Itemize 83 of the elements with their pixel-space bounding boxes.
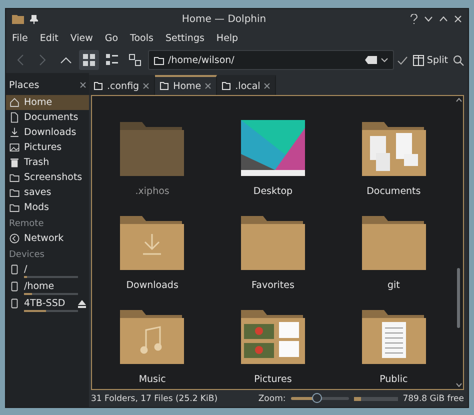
tab[interactable]: .local [217, 75, 276, 95]
place-item[interactable]: 4TB-SSD [6, 296, 89, 313]
folder-icon [12, 14, 24, 24]
checkmark-icon[interactable] [396, 56, 408, 64]
back-icon [16, 54, 24, 66]
location-field[interactable]: /home/wilson/ [148, 50, 394, 70]
file-name[interactable]: Documents [366, 186, 421, 197]
menu-item[interactable]: Settings [165, 32, 204, 44]
maximize-icon[interactable] [439, 16, 448, 22]
icons-view-button[interactable] [79, 50, 99, 70]
place-item[interactable]: Documents [6, 110, 89, 125]
drive-icon [9, 264, 20, 275]
file-name[interactable]: Music [138, 374, 166, 385]
list-icon [106, 54, 118, 66]
close-icon[interactable] [80, 82, 86, 88]
folder-icon [222, 82, 232, 90]
file-name[interactable]: Favorites [252, 280, 294, 291]
place-item[interactable]: Network [6, 231, 89, 246]
trash-icon [9, 157, 20, 168]
scroll-down-icon[interactable] [456, 383, 462, 387]
file-name[interactable]: Downloads [126, 280, 178, 291]
place-item[interactable]: saves [6, 185, 89, 200]
squares-icon [129, 54, 141, 66]
zoom-label: Zoom: [258, 394, 286, 404]
tab[interactable]: Home [155, 75, 218, 95]
caret-icon[interactable] [380, 58, 388, 62]
file-name[interactable]: Public [380, 374, 408, 385]
folder-icon [9, 172, 20, 183]
folder-icon [9, 187, 20, 198]
place-item[interactable]: Mods [6, 200, 89, 215]
file-name[interactable]: Pictures [254, 374, 292, 385]
folder-icon [160, 82, 170, 90]
free-space-text: 789.8 GiB free [402, 394, 464, 404]
section-heading: Devices [8, 249, 46, 262]
drive-icon [9, 298, 20, 309]
close-icon[interactable] [143, 83, 150, 89]
close-icon[interactable] [264, 83, 270, 89]
file-name[interactable]: Desktop [253, 186, 293, 197]
menu-item[interactable]: View [70, 32, 93, 44]
panel-title: Places [9, 80, 40, 90]
search-icon[interactable] [453, 54, 464, 66]
file-name[interactable]: git [387, 280, 400, 291]
menu-item[interactable]: File [12, 32, 28, 44]
menu-item[interactable]: Tools [130, 32, 154, 44]
menu-item[interactable]: Edit [40, 32, 58, 44]
status-text: 31 Folders, 17 Files (25.2 KiB) [91, 394, 218, 404]
eject-icon[interactable] [78, 300, 86, 308]
help-icon[interactable] [410, 14, 418, 24]
clear-icon[interactable] [364, 56, 377, 64]
section-heading: Remote [8, 218, 45, 231]
home-icon [9, 97, 20, 108]
scrollbar[interactable] [454, 96, 463, 389]
place-item[interactable]: / [6, 262, 89, 279]
free-space-bar [354, 396, 398, 400]
place-item[interactable]: /home [6, 279, 89, 296]
place-item[interactable]: Pictures [6, 140, 89, 155]
folder-icon [94, 82, 103, 90]
close-icon[interactable] [454, 15, 462, 23]
close-icon[interactable] [205, 83, 212, 89]
split-icon [412, 54, 424, 66]
menu-item[interactable]: Help [216, 32, 238, 44]
file-name[interactable]: .xiphos [135, 186, 170, 197]
forward-icon [39, 54, 47, 66]
drive-icon [9, 281, 20, 292]
tab[interactable]: .config [89, 75, 156, 95]
document-icon [9, 112, 20, 123]
folder-icon [154, 56, 164, 64]
download-icon [9, 127, 20, 138]
split-button[interactable]: Split [410, 54, 450, 66]
place-item[interactable]: Home [6, 95, 89, 110]
picture-icon [9, 142, 20, 153]
grid-icon [83, 54, 95, 66]
pin-icon[interactable] [30, 14, 38, 24]
place-item[interactable]: Screenshots [6, 170, 89, 185]
place-item[interactable]: Trash [6, 155, 89, 170]
menu-item[interactable]: Go [104, 32, 118, 44]
network-icon [9, 233, 20, 244]
minimize-icon[interactable] [424, 16, 433, 22]
folder-icon [9, 202, 20, 213]
place-item[interactable]: Downloads [6, 125, 89, 140]
scroll-up-icon[interactable] [456, 98, 462, 102]
wallpaper-thumbnail [238, 118, 307, 178]
window-title: Home — Dolphin [180, 14, 268, 24]
